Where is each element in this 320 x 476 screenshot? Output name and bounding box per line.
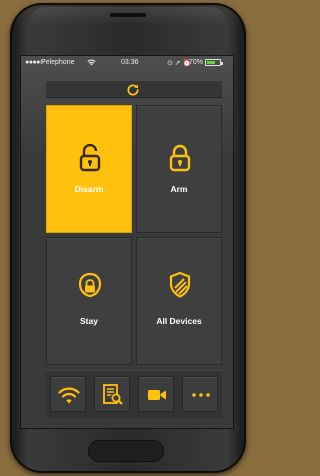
camera-button[interactable] [138, 376, 174, 412]
arm-tile[interactable]: Arm [136, 105, 222, 233]
shield-icon [169, 271, 191, 298]
video-camera-icon [148, 390, 166, 400]
event-log-button[interactable] [94, 376, 130, 412]
refresh-bar[interactable] [46, 80, 222, 98]
phone-speaker [110, 13, 146, 17]
more-icon [192, 393, 210, 397]
status-icons: ⊙ ➚ ⏰ [167, 60, 192, 67]
battery-percent: 70% [189, 59, 204, 66]
battery-icon [205, 59, 223, 66]
stay-label: Stay [80, 316, 98, 326]
all-devices-tile[interactable]: All Devices [136, 237, 222, 365]
all-devices-label: All Devices [156, 316, 202, 326]
wifi-icon [58, 387, 80, 404]
wifi-status-icon [87, 59, 96, 68]
stay-tile[interactable]: Stay [46, 237, 132, 365]
status-bar: ●●●●○ Pelephone 03:36 ⊙ ➚ ⏰ 70% [21, 56, 233, 70]
disarm-tile[interactable]: Disarm [46, 105, 132, 233]
home-lock-icon [78, 272, 102, 298]
carrier-name: Pelephone [41, 59, 75, 66]
search-list-icon [103, 384, 123, 405]
wifi-button[interactable] [50, 376, 86, 412]
arm-label: Arm [170, 184, 188, 194]
unlocked-padlock-icon [79, 144, 101, 172]
home-button[interactable] [88, 440, 164, 462]
bottom-toolbar [46, 370, 222, 418]
more-button[interactable] [182, 376, 218, 412]
locked-padlock-icon [169, 144, 191, 172]
disarm-label: Disarm [74, 184, 104, 194]
clock: 03:36 [121, 59, 139, 66]
refresh-icon[interactable] [125, 82, 141, 98]
